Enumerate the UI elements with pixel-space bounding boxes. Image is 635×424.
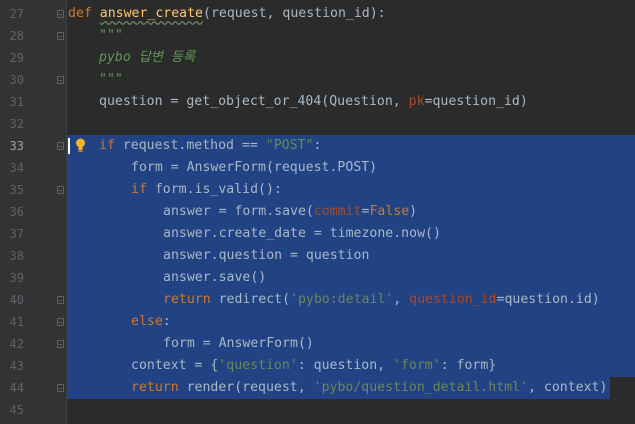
docstring[interactable]: """	[99, 25, 123, 47]
fold-toggle-icon[interactable]	[57, 296, 64, 304]
line-number[interactable]: 45	[0, 399, 24, 421]
code-line[interactable]: 28 """	[0, 25, 635, 47]
code-line[interactable]: 31 question = get_object_or_404(Question…	[0, 91, 635, 113]
text-caret	[68, 138, 70, 154]
code-line[interactable]: 45	[0, 399, 635, 421]
line-number[interactable]: 29	[0, 47, 24, 69]
fold-toggle-icon[interactable]	[57, 32, 64, 40]
code-line[interactable]: 41 else:	[0, 311, 635, 333]
lightbulb-icon[interactable]	[75, 138, 86, 153]
code-line[interactable]: 29 pybo 답변 등록	[0, 47, 635, 69]
code-text[interactable]: if request.method == "POST":	[99, 135, 321, 157]
docstring[interactable]: pybo 답변 등록	[99, 47, 195, 69]
code-text[interactable]: form = AnswerForm()	[163, 333, 314, 355]
code-line[interactable]: 38 answer.question = question	[0, 245, 635, 267]
code-text[interactable]: form = AnswerForm(request.POST)	[131, 157, 377, 179]
line-number[interactable]: 35	[0, 179, 24, 201]
code-line[interactable]: 39 answer.save()	[0, 267, 635, 289]
code-line[interactable]: 34 form = AnswerForm(request.POST)	[0, 157, 635, 179]
line-number[interactable]: 43	[0, 355, 24, 377]
code-line[interactable]: 32	[0, 113, 635, 135]
fold-toggle-icon[interactable]	[57, 384, 64, 392]
code-text[interactable]: answer.create_date = timezone.now()	[163, 223, 441, 245]
code-text[interactable]: answer.save()	[163, 267, 266, 289]
line-number[interactable]: 38	[0, 245, 24, 267]
code-text[interactable]: answer = form.save(commit=False)	[163, 201, 417, 223]
code-text[interactable]: question = get_object_or_404(Question, p…	[99, 91, 528, 113]
fold-toggle-icon[interactable]	[57, 186, 64, 194]
code-line[interactable]: 42 form = AnswerForm()	[0, 333, 635, 355]
fold-toggle-icon[interactable]	[57, 76, 64, 84]
line-number[interactable]: 27	[0, 3, 24, 25]
code-text[interactable]: def answer_create(request, question_id):	[68, 3, 386, 25]
line-number[interactable]: 36	[0, 201, 24, 223]
code-line[interactable]: 37 answer.create_date = timezone.now()	[0, 223, 635, 245]
code-line-current[interactable]: 33 if request.method == "POST":	[0, 135, 635, 157]
line-number[interactable]: 40	[0, 289, 24, 311]
fold-toggle-icon[interactable]	[57, 142, 64, 150]
line-number[interactable]: 32	[0, 113, 24, 135]
line-number[interactable]: 30	[0, 69, 24, 91]
line-number[interactable]: 41	[0, 311, 24, 333]
code-text[interactable]: return redirect('pybo:detail', question_…	[163, 289, 600, 311]
code-line[interactable]: 43 context = {'question': question, 'for…	[0, 355, 635, 377]
code-line[interactable]: 36 answer = form.save(commit=False)	[0, 201, 635, 223]
code-text[interactable]: if form.is_valid():	[131, 179, 282, 201]
fold-toggle-icon[interactable]	[57, 10, 64, 18]
fold-toggle-icon[interactable]	[57, 318, 64, 326]
docstring[interactable]: """	[99, 69, 123, 91]
code-line[interactable]: 44 return render(request, 'pybo/question…	[0, 377, 635, 399]
line-number[interactable]: 33	[0, 135, 24, 157]
line-number[interactable]: 28	[0, 25, 24, 47]
code-text[interactable]: return render(request, 'pybo/question_de…	[131, 377, 607, 399]
code-text[interactable]: answer.question = question	[163, 245, 369, 267]
line-number[interactable]: 42	[0, 333, 24, 355]
line-number[interactable]: 37	[0, 223, 24, 245]
line-number[interactable]: 34	[0, 157, 24, 179]
line-number[interactable]: 44	[0, 377, 24, 399]
code-line[interactable]: 35 if form.is_valid():	[0, 179, 635, 201]
code-text[interactable]: context = {'question': question, 'form':…	[131, 355, 496, 377]
code-line[interactable]: 30 """	[0, 69, 635, 91]
code-line[interactable]: 27 def answer_create(request, question_i…	[0, 3, 635, 25]
line-number[interactable]: 39	[0, 267, 24, 289]
code-editor[interactable]: 27 def answer_create(request, question_i…	[0, 0, 635, 424]
line-number[interactable]: 31	[0, 91, 24, 113]
code-line[interactable]: 40 return redirect('pybo:detail', questi…	[0, 289, 635, 311]
code-text[interactable]: else:	[131, 311, 171, 333]
fold-toggle-icon[interactable]	[57, 340, 64, 348]
